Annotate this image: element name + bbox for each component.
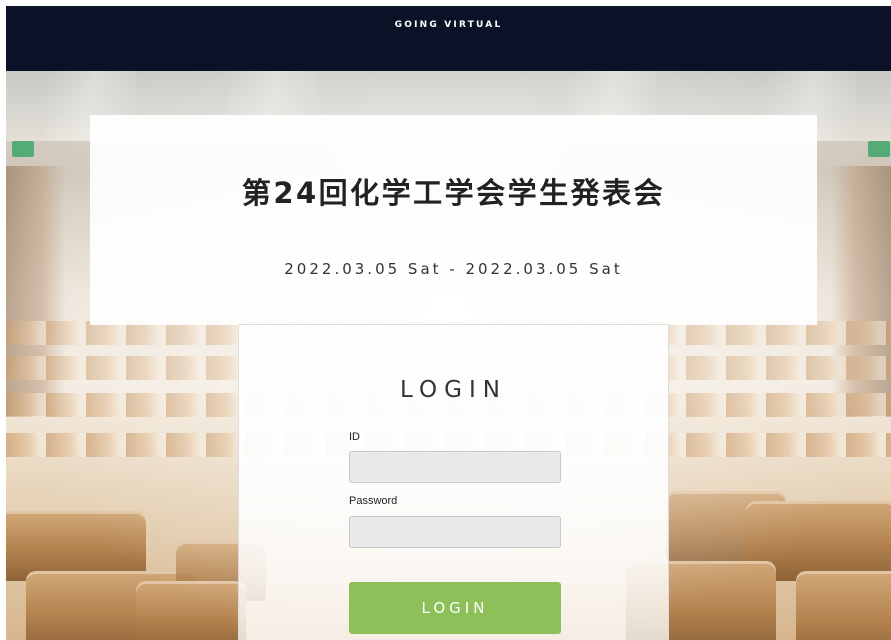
login-heading: LOGIN <box>400 377 507 403</box>
event-dates: 2022.03.05 Sat - 2022.03.05 Sat <box>284 260 623 278</box>
site-title: GOING VIRTUAL <box>394 20 503 30</box>
event-title-panel: 第24回化学工学会学生発表会 2022.03.05 Sat - 2022.03.… <box>90 115 817 325</box>
password-input[interactable] <box>349 516 561 548</box>
id-input[interactable] <box>349 451 561 483</box>
password-label: Password <box>349 495 398 507</box>
page: GOING VIRTUAL 第24回化学工学会学生発表会 2022.03.05 … <box>6 6 891 640</box>
login-form: LOGIN ID Password LOGIN <box>238 324 669 640</box>
top-header-bar: GOING VIRTUAL <box>6 6 891 71</box>
event-title: 第24回化学工学会学生発表会 <box>241 176 666 210</box>
login-button[interactable]: LOGIN <box>349 582 561 634</box>
id-label: ID <box>349 431 360 443</box>
